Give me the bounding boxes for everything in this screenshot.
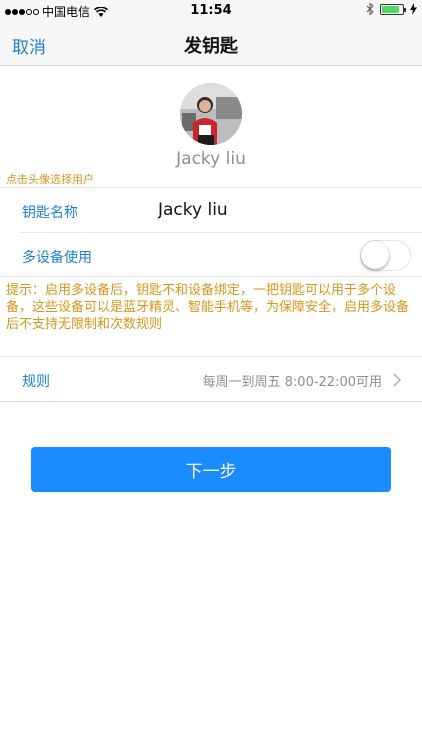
divider [0, 401, 422, 402]
key-name-input[interactable] [158, 198, 398, 222]
divider [0, 356, 422, 357]
status-right [366, 3, 417, 15]
status-time: 11:54 [190, 3, 232, 18]
avatar-hint: 点击头像选择用户 [6, 173, 94, 186]
multi-device-tip: 提示：启用多设备后，钥匙不和设备绑定，一把钥匙可以用于多个设备，这些设备可以是蓝… [6, 283, 410, 332]
battery-icon [380, 3, 406, 15]
avatar[interactable] [180, 83, 242, 145]
rule-value[interactable]: 每周一到周五 8:00-22:00可用 [203, 371, 382, 390]
rule-label[interactable]: 规则 [22, 371, 50, 391]
divider [0, 187, 422, 188]
page-title: 发钥匙 [184, 36, 238, 57]
bluetooth-icon [366, 3, 374, 15]
battery-fill [382, 5, 399, 13]
user-name: Jacky liu [176, 149, 246, 169]
toggle-knob [361, 241, 389, 269]
divider [20, 232, 422, 233]
avatar-photo [180, 83, 242, 145]
divider [0, 276, 422, 277]
multi-device-label: 多设备使用 [22, 250, 92, 266]
multi-device-toggle[interactable] [360, 240, 411, 271]
nav-bar: 取消 发钥匙 [0, 22, 422, 66]
charging-icon [410, 3, 417, 15]
chevron-right-icon[interactable] [392, 373, 402, 387]
next-button[interactable]: 下一步 [31, 447, 391, 492]
status-bar: 中国电信 11:54 [0, 0, 422, 22]
key-name-label: 钥匙名称 [22, 205, 78, 221]
